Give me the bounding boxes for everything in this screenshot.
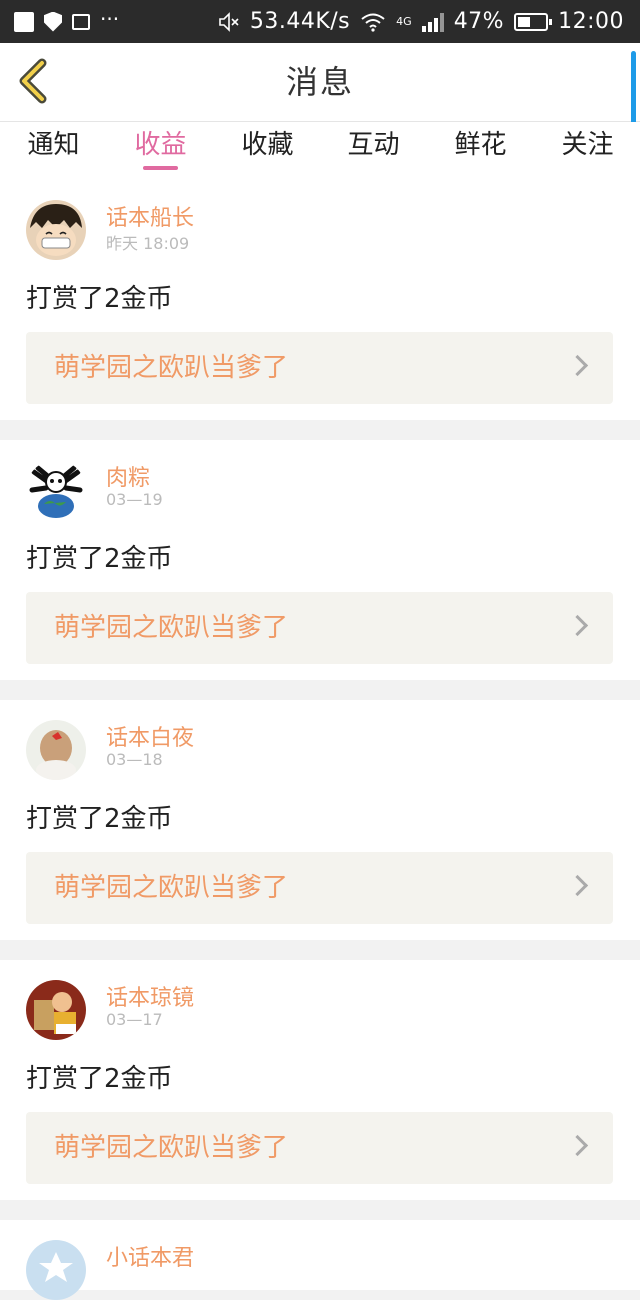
calendar-icon [72, 13, 90, 30]
timestamp: 03—19 [106, 490, 163, 509]
book-link[interactable]: 萌学园之欧趴当爹了 [26, 852, 613, 924]
tab-label: 互动 [347, 130, 400, 160]
message-text: 打赏了2金币 [26, 284, 173, 314]
message-text: 打赏了2金币 [26, 804, 173, 834]
status-bar: ··· 53.44K/s 4G 47% 12:00 [0, 0, 640, 43]
message-text: 打赏了2金币 [26, 1064, 173, 1094]
clock: 12:00 [558, 9, 624, 34]
timestamp: 昨天 18:09 [106, 234, 190, 253]
mute-icon [219, 11, 239, 32]
book-title: 萌学园之欧趴当爹了 [54, 353, 289, 383]
app-header: 消息 [0, 43, 640, 129]
username[interactable]: 小话本君 [106, 1240, 194, 1272]
more-notifications-icon: ··· [100, 6, 120, 31]
book-title: 萌学园之欧趴当爹了 [54, 613, 289, 643]
avatar[interactable] [26, 460, 86, 520]
tab-label: 收益 [134, 130, 187, 160]
chevron-right-icon [566, 1134, 589, 1157]
username[interactable]: 肉粽 [106, 460, 150, 492]
shield-icon [44, 11, 62, 32]
tab-earnings[interactable]: 收益 [107, 122, 214, 180]
tab-label: 鲜花 [454, 130, 507, 160]
book-title: 萌学园之欧趴当爹了 [54, 873, 289, 903]
notification-square-icon [14, 11, 34, 32]
page-title: 消息 [285, 63, 354, 101]
message-text: 打赏了2金币 [26, 544, 173, 574]
tab-favorites[interactable]: 收藏 [214, 122, 321, 180]
book-title: 萌学园之欧趴当爹了 [54, 1133, 289, 1163]
active-tab-underline [143, 166, 178, 170]
message-card: 话本琼镜 03—17 打赏了2金币 萌学园之欧趴当爹了 [0, 960, 640, 1200]
tab-label: 通知 [27, 130, 80, 160]
avatar[interactable] [26, 980, 86, 1040]
username[interactable]: 话本白夜 [106, 720, 194, 752]
chevron-right-icon [566, 874, 589, 897]
network-speed: 53.44K/s [249, 9, 351, 34]
network-type: 4G [396, 15, 412, 28]
timestamp: 03—18 [106, 750, 163, 769]
timestamp: 03—17 [106, 1010, 163, 1029]
chevron-right-icon [566, 354, 589, 377]
username[interactable]: 话本琼镜 [106, 980, 194, 1012]
message-card: 话本白夜 03—18 打赏了2金币 萌学园之欧趴当爹了 [0, 700, 640, 940]
message-card: 话本船长 昨天 18:09 打赏了2金币 萌学园之欧趴当爹了 [0, 180, 640, 420]
message-card: 肉粽 03—19 打赏了2金币 萌学园之欧趴当爹了 [0, 440, 640, 680]
book-link[interactable]: 萌学园之欧趴当爹了 [26, 332, 613, 404]
tab-notice[interactable]: 通知 [0, 122, 107, 180]
book-link[interactable]: 萌学园之欧趴当爹了 [26, 1112, 613, 1184]
avatar[interactable] [26, 720, 86, 780]
tab-flowers[interactable]: 鲜花 [427, 122, 534, 180]
signal-icon [421, 12, 444, 32]
avatar[interactable] [26, 200, 86, 260]
avatar[interactable] [26, 1240, 86, 1300]
tab-bar: 通知 收益 收藏 互动 鲜花 关注 [0, 122, 640, 180]
book-link[interactable]: 萌学园之欧趴当爹了 [26, 592, 613, 664]
tab-label: 关注 [561, 130, 614, 160]
tab-following[interactable]: 关注 [534, 122, 640, 180]
username[interactable]: 话本船长 [106, 200, 194, 232]
chevron-right-icon [566, 614, 589, 637]
wifi-icon [361, 13, 385, 32]
tab-interaction[interactable]: 互动 [320, 122, 427, 180]
scroll-indicator [631, 51, 636, 129]
battery-percent: 47% [453, 9, 505, 34]
tab-label: 收藏 [241, 130, 294, 160]
battery-icon [514, 12, 553, 31]
